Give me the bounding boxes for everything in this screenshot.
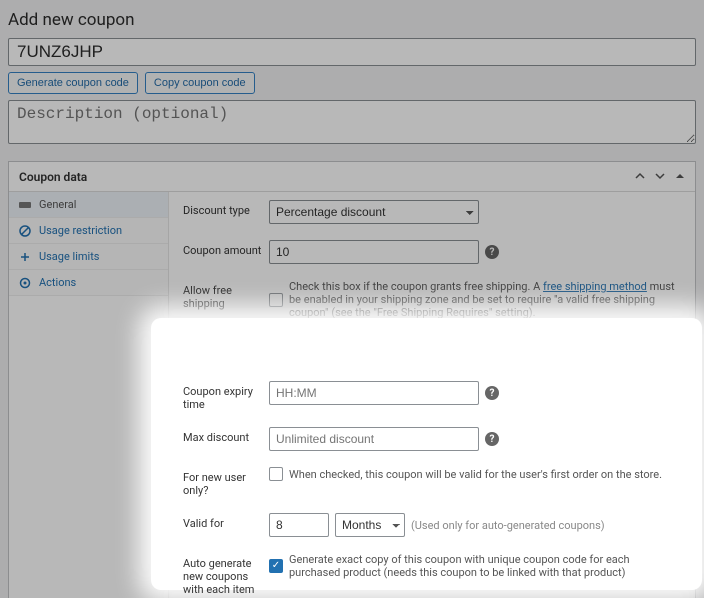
ticket-icon: [19, 200, 31, 210]
max-discount-input[interactable]: [269, 427, 479, 451]
discount-type-select[interactable]: Percentage discount: [269, 200, 479, 224]
free-shipping-text-a: Check this box if the coupon grants free…: [289, 280, 543, 293]
new-user-checkbox[interactable]: [269, 467, 283, 481]
help-icon[interactable]: ?: [485, 340, 499, 354]
auto-generate-label: Auto generate new coupons with each item: [169, 553, 269, 596]
sidebar-item-label: Usage limits: [39, 250, 99, 263]
sidebar-item-label: Usage restriction: [39, 224, 122, 237]
new-user-label: For new user only?: [169, 467, 269, 497]
valid-for-label: Valid for: [169, 513, 269, 530]
help-icon[interactable]: ?: [485, 245, 499, 259]
valid-for-unit-select[interactable]: Months: [335, 513, 405, 537]
free-shipping-checkbox[interactable]: [269, 293, 283, 307]
expiry-date-input[interactable]: [269, 335, 479, 359]
auto-generate-text: Generate exact copy of this coupon with …: [289, 553, 681, 579]
coupon-amount-label: Coupon amount: [169, 240, 269, 257]
gear-icon: [19, 277, 31, 289]
coupon-data-panel: Coupon data General Usage restriction: [8, 161, 696, 598]
valid-for-number-input[interactable]: [269, 513, 329, 537]
valid-for-hint: (Used only for auto-generated coupons): [411, 519, 605, 532]
help-icon[interactable]: ?: [485, 386, 499, 400]
expiry-time-input[interactable]: [269, 381, 479, 405]
panel-title: Coupon data: [19, 170, 87, 184]
sidebar-item-general[interactable]: General: [9, 192, 168, 218]
coupon-code-input[interactable]: [8, 38, 696, 66]
expiry-time-label: Coupon expiry time: [169, 381, 269, 411]
sidebar-item-usage-restriction[interactable]: Usage restriction: [9, 218, 168, 244]
help-icon[interactable]: ?: [485, 432, 499, 446]
panel-toggle-icon[interactable]: [675, 170, 685, 184]
sidebar-item-usage-limits[interactable]: Usage limits: [9, 244, 168, 270]
sidebar: General Usage restriction Usage limits A…: [9, 192, 169, 598]
sidebar-item-label: Actions: [39, 276, 76, 289]
expiry-date-label: Coupon expiry date: [169, 335, 269, 365]
free-shipping-label: Allow free shipping: [169, 280, 269, 310]
sidebar-item-label: General: [39, 198, 76, 211]
page-title: Add new coupon: [8, 10, 696, 30]
auto-generate-checkbox[interactable]: [269, 559, 283, 573]
new-user-text: When checked, this coupon will be valid …: [289, 468, 662, 481]
copy-code-button[interactable]: Copy coupon code: [145, 72, 255, 94]
generate-code-button[interactable]: Generate coupon code: [8, 72, 138, 94]
discount-type-label: Discount type: [169, 200, 269, 217]
ban-icon: [19, 225, 31, 237]
panel-up-icon[interactable]: [635, 170, 645, 184]
max-discount-label: Max discount: [169, 427, 269, 444]
description-input[interactable]: [8, 100, 696, 144]
free-shipping-link[interactable]: free shipping method: [543, 280, 647, 293]
sidebar-item-actions[interactable]: Actions: [9, 270, 168, 296]
form-area: Discount type Percentage discount Coupon…: [169, 192, 695, 598]
coupon-amount-input[interactable]: [269, 240, 479, 264]
panel-down-icon[interactable]: [655, 170, 665, 184]
plus-icon: [19, 252, 31, 262]
